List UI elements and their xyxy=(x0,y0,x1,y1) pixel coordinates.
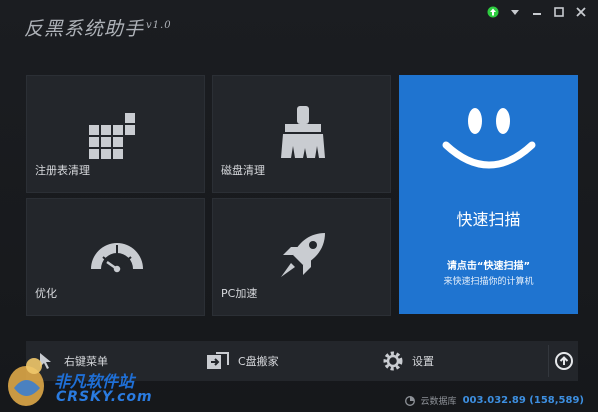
tile-pc-speed-label: PC加速 xyxy=(221,287,258,300)
tile-disk-label: 磁盘清理 xyxy=(221,164,265,177)
quick-scan-subtext: 来快速扫描你的计算机 xyxy=(443,277,534,287)
quick-scan-title: 快速扫描 xyxy=(456,210,521,229)
window-controls xyxy=(484,5,590,19)
app-version: v1.0 xyxy=(146,19,172,31)
registry-grid-icon xyxy=(89,113,135,159)
tile-disk-cleanup[interactable]: 磁盘清理 xyxy=(212,75,391,193)
minimize-button[interactable] xyxy=(528,5,546,19)
maximize-icon xyxy=(554,7,564,17)
broom-icon xyxy=(281,106,325,158)
cloud-db-icon xyxy=(404,395,415,406)
app-title: 反黑系统助手 v1.0 xyxy=(24,14,172,41)
scroll-up-button[interactable] xyxy=(548,345,578,377)
cloud-db-status: 云数据库 003.032.89 (158,589) xyxy=(404,394,584,407)
tile-registry-cleanup[interactable]: 注册表清理 xyxy=(26,75,205,193)
quick-scan-tile[interactable]: 快速扫描 请点击“快速扫描” 来快速扫描你的计算机 xyxy=(399,75,578,314)
close-button[interactable] xyxy=(572,5,590,19)
cloud-db-value: 003.032.89 (158,589) xyxy=(462,395,584,406)
menu-dropdown-icon xyxy=(511,10,519,15)
minimize-icon xyxy=(533,13,541,15)
tile-optimize-label: 优化 xyxy=(35,287,57,300)
update-button[interactable] xyxy=(484,5,502,19)
smiley-icon xyxy=(442,108,536,169)
rocket-icon xyxy=(281,233,325,277)
quick-scan-hint: 请点击“快速扫描” xyxy=(446,261,531,272)
gear-icon xyxy=(383,351,403,371)
tile-registry-label: 注册表清理 xyxy=(35,164,90,177)
watermark-logo-icon xyxy=(8,358,44,406)
tile-optimize[interactable]: 优化 xyxy=(26,198,205,316)
close-icon xyxy=(576,7,586,17)
watermark-en-text: CRSKY.com xyxy=(56,389,153,405)
crsky-watermark: 非凡软件站 CRSKY.com xyxy=(4,352,164,410)
tile-pc-speedup[interactable]: PC加速 xyxy=(212,198,391,316)
cloud-db-label: 云数据库 xyxy=(420,397,457,407)
speedometer-icon xyxy=(91,243,143,274)
menu-button[interactable] xyxy=(506,5,524,19)
app-title-text: 反黑系统助手 xyxy=(24,18,145,40)
arrow-up-circle-icon xyxy=(554,352,573,370)
update-icon xyxy=(487,6,499,18)
c-drive-move-button[interactable]: C盘搬家 xyxy=(206,341,279,381)
c-drive-move-label: C盘搬家 xyxy=(238,355,279,368)
app-window: 反黑系统助手 v1.0 注册表清理 磁盘清理 优化 PC加速 快速扫描 请点击“… xyxy=(0,0,598,412)
move-drive-icon xyxy=(207,352,229,369)
maximize-button[interactable] xyxy=(550,5,568,19)
settings-label: 设置 xyxy=(412,355,434,368)
settings-button[interactable]: 设置 xyxy=(382,341,434,381)
